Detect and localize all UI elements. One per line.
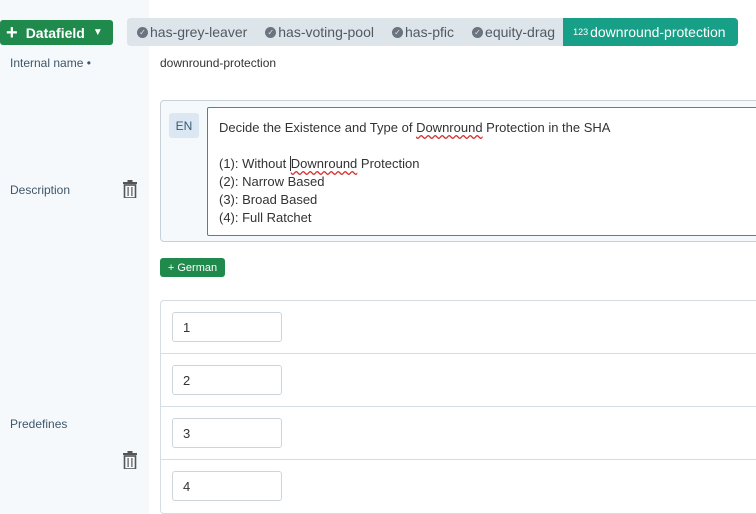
delete-description-icon[interactable] <box>122 180 138 198</box>
datafield-tabs: ✓ has-grey-leaver ✓ has-voting-pool ✓ ha… <box>127 18 738 46</box>
tab-equity-drag[interactable]: ✓ equity-drag <box>462 18 564 46</box>
add-german-button[interactable]: + German <box>160 258 225 277</box>
tab-label: has-voting-pool <box>278 24 374 40</box>
description-line: (4): Full Ratchet <box>219 210 312 225</box>
language-badge[interactable]: EN <box>169 113 199 138</box>
description-line: (2): Narrow Based <box>219 174 325 189</box>
predefine-input[interactable]: 2 <box>172 365 282 395</box>
internal-name-value: downround-protection <box>160 56 277 70</box>
tab-has-voting-pool[interactable]: ✓ has-voting-pool <box>255 18 382 46</box>
datafield-button-label: Datafield <box>25 24 85 41</box>
tab-has-pfic[interactable]: ✓ has-pfic <box>382 18 463 46</box>
tab-label: has-pfic <box>405 24 455 40</box>
predefines-label: Predefines <box>10 417 68 431</box>
predefine-input[interactable]: 4 <box>172 471 282 501</box>
tab-label: equity-drag <box>485 24 556 40</box>
row-divider <box>160 406 756 407</box>
tab-has-grey-leaver[interactable]: ✓ has-grey-leaver <box>127 18 256 46</box>
add-datafield-button[interactable]: + Datafield ▼ <box>0 20 113 45</box>
description-line: (3): Broad Based <box>219 192 318 207</box>
description-line: Decide the Existence and Type of Downrou… <box>219 120 611 135</box>
internal-name-label: Internal name • <box>10 56 91 70</box>
number-type-icon: 123 <box>573 27 589 37</box>
check-circle-icon: ✓ <box>472 26 484 38</box>
check-circle-icon: ✓ <box>137 26 148 38</box>
tab-label: downround-protection <box>590 24 726 40</box>
row-divider <box>160 459 756 460</box>
left-label-panel <box>0 0 149 514</box>
tab-label: has-grey-leaver <box>150 24 248 40</box>
spellcheck-word: Downround <box>416 120 483 135</box>
delete-predefines-icon[interactable] <box>122 451 138 469</box>
row-divider <box>160 353 756 354</box>
tab-downround-protection[interactable]: 123 downround-protection <box>563 18 738 46</box>
check-circle-icon: ✓ <box>392 26 403 38</box>
check-circle-icon: ✓ <box>265 26 277 38</box>
description-line <box>219 137 755 155</box>
predefine-input[interactable]: 1 <box>172 312 282 342</box>
spellcheck-word: Downround <box>290 156 358 171</box>
predefine-input[interactable]: 3 <box>172 418 282 448</box>
description-line: (1): Without Downround Protection <box>219 156 420 171</box>
chevron-down-icon: ▼ <box>92 27 103 38</box>
description-label: Description <box>10 183 71 197</box>
description-textarea[interactable]: Decide the Existence and Type of Downrou… <box>207 107 756 236</box>
plus-icon: + <box>6 21 18 44</box>
